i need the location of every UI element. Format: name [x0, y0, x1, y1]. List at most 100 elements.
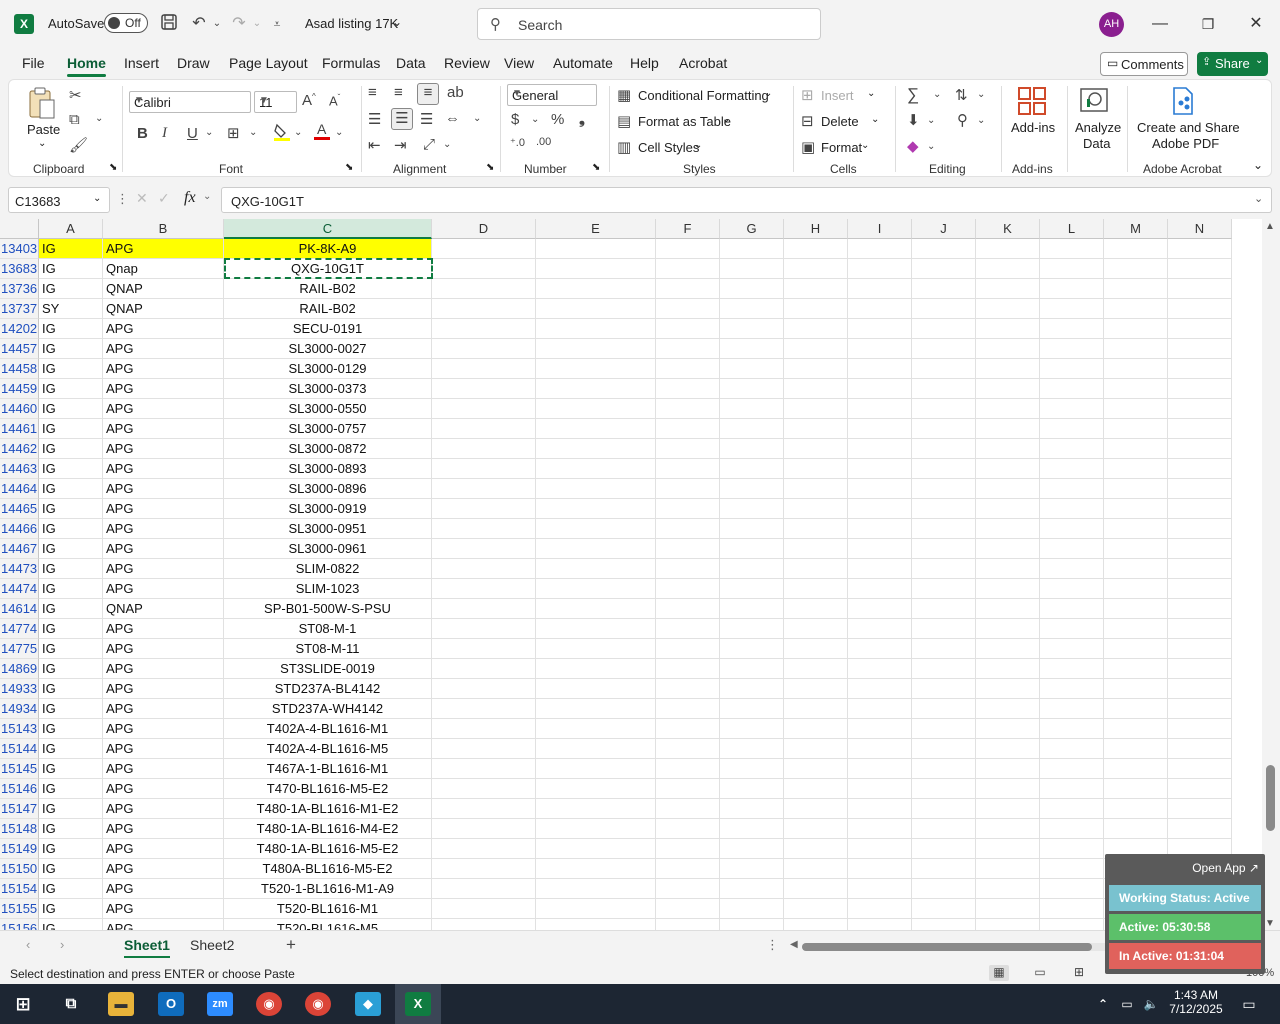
cell-k[interactable]: [976, 579, 1040, 599]
cell-d[interactable]: [432, 559, 536, 579]
cell-d[interactable]: [432, 619, 536, 639]
cell-d[interactable]: [432, 379, 536, 399]
underline-button[interactable]: U: [187, 125, 198, 142]
cell-j[interactable]: [912, 399, 976, 419]
cell-f[interactable]: [656, 479, 720, 499]
cell-e[interactable]: [536, 859, 656, 879]
decrease-decimal-icon[interactable]: .00: [536, 136, 551, 148]
cell-g[interactable]: [720, 719, 784, 739]
tab-home[interactable]: Home: [67, 55, 106, 77]
row-header[interactable]: 14473: [0, 559, 39, 579]
cell-d[interactable]: [432, 279, 536, 299]
cell-a[interactable]: IG: [39, 819, 103, 839]
row-header[interactable]: 15148: [0, 819, 39, 839]
cell-e[interactable]: [536, 419, 656, 439]
tab-automate[interactable]: Automate: [553, 55, 613, 71]
cell-k[interactable]: [976, 879, 1040, 899]
cell-c[interactable]: SL3000-0872: [224, 439, 432, 459]
cell-d[interactable]: [432, 719, 536, 739]
cell-f[interactable]: [656, 239, 720, 259]
cell-h[interactable]: [784, 279, 848, 299]
cell-j[interactable]: [912, 439, 976, 459]
chevron-down-icon[interactable]: ⌄: [203, 191, 211, 202]
file-name-chevron-icon[interactable]: ⌄: [392, 15, 402, 29]
column-header-n[interactable]: N: [1168, 219, 1232, 239]
cell-k[interactable]: [976, 839, 1040, 859]
cell-n[interactable]: [1168, 399, 1232, 419]
share-button[interactable]: ⇪ Share ⌄: [1197, 52, 1268, 76]
outlook-icon[interactable]: O: [158, 992, 184, 1016]
analyze-data-label-2[interactable]: Data: [1083, 136, 1110, 151]
cell-m[interactable]: [1104, 259, 1168, 279]
restore-icon[interactable]: ❐: [1196, 12, 1220, 36]
row-header[interactable]: 15155: [0, 899, 39, 919]
cell-b[interactable]: APG: [103, 339, 224, 359]
cell-f[interactable]: [656, 359, 720, 379]
cell-h[interactable]: [784, 539, 848, 559]
cell-k[interactable]: [976, 399, 1040, 419]
cell-e[interactable]: [536, 719, 656, 739]
create-share-pdf-label-2[interactable]: Adobe PDF: [1152, 136, 1219, 151]
row-header[interactable]: 14869: [0, 659, 39, 679]
row-header[interactable]: 14464: [0, 479, 39, 499]
cell-b[interactable]: APG: [103, 779, 224, 799]
cell-j[interactable]: [912, 559, 976, 579]
cell-c[interactable]: T520-1-BL1616-M1-A9: [224, 879, 432, 899]
tab-view[interactable]: View: [504, 55, 534, 71]
search-box[interactable]: ⚲ Search: [477, 8, 821, 40]
cell-a[interactable]: IG: [39, 559, 103, 579]
cell-n[interactable]: [1168, 579, 1232, 599]
cell-g[interactable]: [720, 919, 784, 930]
fill-color-dropdown-icon[interactable]: ⌄: [294, 127, 302, 138]
cell-m[interactable]: [1104, 639, 1168, 659]
font-color-icon[interactable]: A: [313, 121, 331, 145]
cell-i[interactable]: [848, 619, 912, 639]
cell-n[interactable]: [1168, 499, 1232, 519]
cell-f[interactable]: [656, 319, 720, 339]
create-pdf-icon[interactable]: [1169, 86, 1197, 120]
cell-e[interactable]: [536, 539, 656, 559]
cell-k[interactable]: [976, 679, 1040, 699]
cell-l[interactable]: [1040, 739, 1104, 759]
cell-c[interactable]: SL3000-0893: [224, 459, 432, 479]
cell-e[interactable]: [536, 739, 656, 759]
cell-a[interactable]: IG: [39, 519, 103, 539]
cell-b[interactable]: APG: [103, 239, 224, 259]
cell-j[interactable]: [912, 479, 976, 499]
cell-g[interactable]: [720, 659, 784, 679]
row-header[interactable]: 15150: [0, 859, 39, 879]
zoom-icon[interactable]: zm: [207, 992, 233, 1016]
cell-a[interactable]: IG: [39, 879, 103, 899]
cell-i[interactable]: [848, 539, 912, 559]
cell-f[interactable]: [656, 299, 720, 319]
cell-l[interactable]: [1040, 419, 1104, 439]
cell-e[interactable]: [536, 679, 656, 699]
cell-i[interactable]: [848, 719, 912, 739]
cell-b[interactable]: APG: [103, 459, 224, 479]
italic-button[interactable]: I: [162, 125, 167, 142]
row-header[interactable]: 14775: [0, 639, 39, 659]
cell-i[interactable]: [848, 439, 912, 459]
cell-d[interactable]: [432, 799, 536, 819]
cell-k[interactable]: [976, 539, 1040, 559]
cell-g[interactable]: [720, 459, 784, 479]
cell-i[interactable]: [848, 659, 912, 679]
cell-k[interactable]: [976, 439, 1040, 459]
cell-h[interactable]: [784, 659, 848, 679]
cell-c[interactable]: T402A-4-BL1616-M1: [224, 719, 432, 739]
borders-icon[interactable]: ⊞: [227, 124, 240, 142]
cell-l[interactable]: [1040, 819, 1104, 839]
cell-g[interactable]: [720, 259, 784, 279]
clipboard-launcher-icon[interactable]: ⬊: [109, 162, 117, 173]
cell-j[interactable]: [912, 519, 976, 539]
cell-k[interactable]: [976, 719, 1040, 739]
cell-f[interactable]: [656, 699, 720, 719]
cell-d[interactable]: [432, 579, 536, 599]
cell-c[interactable]: STD237A-WH4142: [224, 699, 432, 719]
cell-b[interactable]: APG: [103, 799, 224, 819]
add-sheet-icon[interactable]: +: [286, 935, 296, 955]
cell-i[interactable]: [848, 359, 912, 379]
cell-n[interactable]: [1168, 799, 1232, 819]
cell-l[interactable]: [1040, 679, 1104, 699]
cell-j[interactable]: [912, 899, 976, 919]
